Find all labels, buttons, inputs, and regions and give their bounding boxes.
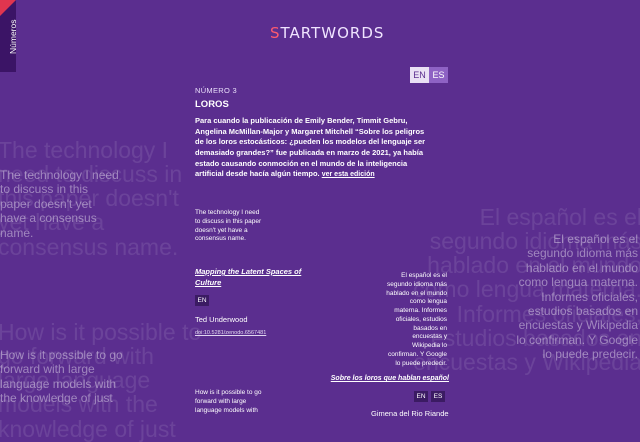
issue-intro-text: Para cuando la publicación de Emily Bend… [195, 116, 426, 179]
sidebar-tab-label: Números [8, 19, 18, 54]
article-doi-link[interactable]: doi:10.5281/zenodo.6567481 [195, 330, 266, 336]
language-switch: EN ES [410, 67, 448, 83]
article-excerpt: How is it possible to go forward with la… [195, 389, 262, 414]
article-excerpt: El español es el segundo idioma más habl… [386, 272, 447, 367]
lang-en-button[interactable]: EN [410, 67, 429, 83]
background-echo-left-bottom: How is it possible to go forward with la… [0, 348, 123, 406]
issue-intro: Para cuando la publicación de Emily Bend… [195, 116, 435, 180]
site-logo[interactable]: STARTWORDS [270, 24, 384, 42]
article-title-link[interactable]: Mapping the Latent Spaces of Culture [195, 267, 315, 288]
logo-first-letter: S [270, 24, 281, 42]
see-edition-link[interactable]: ver esta edición [322, 171, 375, 178]
corner-accent [0, 0, 16, 16]
background-echo-right: El español es el segundo idioma más habl… [516, 232, 638, 362]
article-author: Gimena del Rio Riande [371, 409, 449, 418]
lang-es-button[interactable]: ES [429, 67, 448, 83]
article-lang-en[interactable]: EN [195, 295, 209, 306]
article-title-link[interactable]: Sobre los loros que hablan español [327, 374, 449, 384]
issue-title: LOROS [195, 99, 229, 110]
article-lang-en[interactable]: EN [414, 391, 428, 402]
article-lang-es[interactable]: ES [431, 391, 445, 402]
sidebar-tab-numeros[interactable]: Números [0, 0, 18, 72]
logo-rest: TARTWORDS [280, 24, 385, 42]
article-author: Ted Underwood [195, 315, 248, 324]
background-echo-left-top: The technology I need to discuss in this… [0, 168, 119, 240]
article-excerpt: The technology I need to discuss in this… [195, 209, 262, 243]
issue-number: NÚMERO 3 [195, 86, 237, 95]
